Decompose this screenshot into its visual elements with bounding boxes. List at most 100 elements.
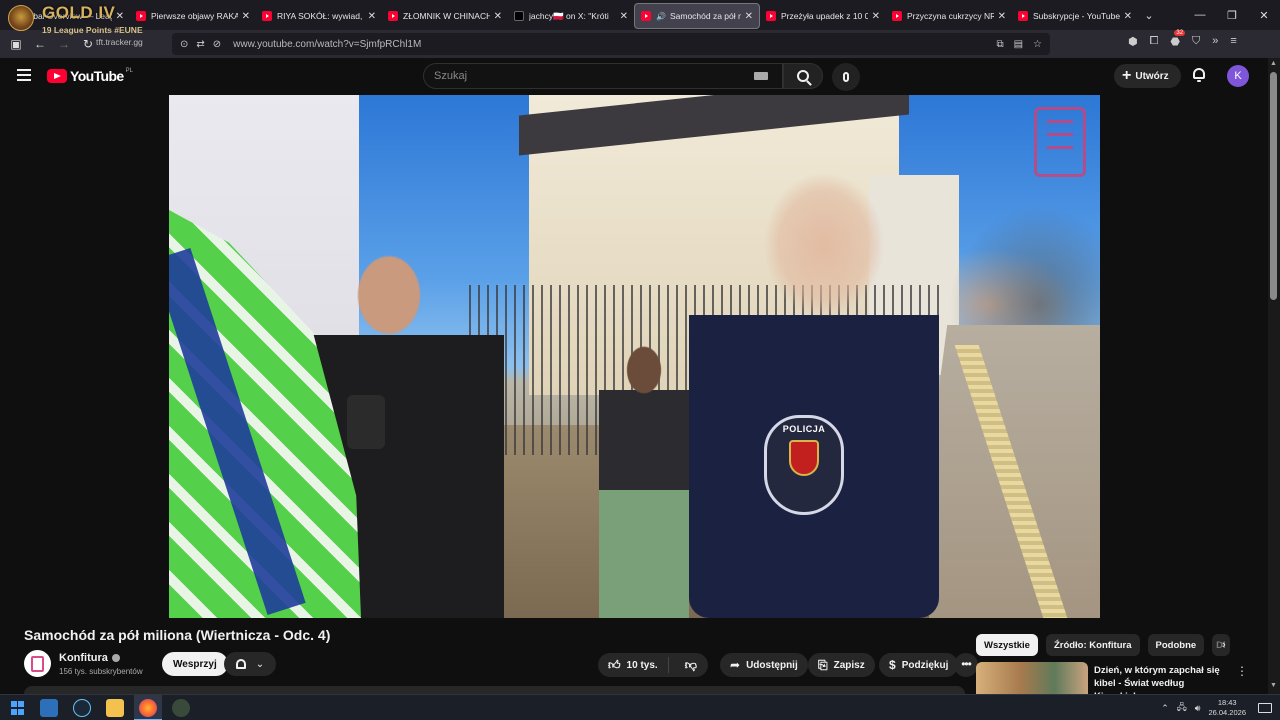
search-box[interactable]: [423, 63, 783, 89]
tab-close-icon[interactable]: ✕: [872, 11, 880, 22]
more-actions-button[interactable]: •••: [954, 653, 978, 677]
network-icon[interactable]: 🖧︎: [1177, 700, 1187, 716]
chip-source[interactable]: Źródło: Konfitura: [1045, 634, 1140, 656]
youtube-play-icon: [47, 69, 67, 83]
chip-all[interactable]: Wszystkie: [976, 634, 1038, 656]
channel-name-wrap[interactable]: Konfitura: [59, 652, 120, 664]
tab-close-icon[interactable]: ✕: [368, 11, 376, 22]
youtube-favicon-icon: [1018, 11, 1028, 21]
notification-settings-button[interactable]: ⌄: [224, 652, 276, 676]
channel-avatar[interactable]: [24, 650, 51, 677]
channel-watermark-icon[interactable]: [1034, 107, 1086, 177]
close-window-icon[interactable]: ✕: [1248, 9, 1280, 22]
share-arrow-icon: ➦: [730, 658, 741, 672]
police-patch-text: POLICJA: [782, 424, 826, 434]
notifications-bell-icon[interactable]: [1192, 68, 1206, 82]
chip-similar[interactable]: Podobne: [1147, 634, 1205, 656]
country-code: PL: [125, 68, 133, 74]
clock-date: 26.04.2026: [1208, 708, 1246, 717]
steam-icon[interactable]: [73, 699, 91, 717]
adblock-extension-icon[interactable]: ⬣ 32: [1170, 30, 1186, 48]
channel-row: Konfitura 156 tys. subskrybentów Wesprzy…: [24, 650, 978, 680]
overflow-chevron-icon[interactable]: »: [1212, 35, 1218, 48]
super-thanks-icon: $: [889, 658, 896, 672]
recommendation-menu-icon[interactable]: ⋮: [1236, 664, 1248, 678]
tab-close-icon[interactable]: ✕: [242, 11, 250, 22]
dislike-button[interactable]: 👎︎: [675, 658, 707, 673]
picture-in-picture-icon[interactable]: ⧉: [996, 39, 1003, 50]
speaker-icon[interactable]: 🔊: [656, 12, 666, 21]
tab-close-icon[interactable]: ✕: [494, 11, 502, 22]
voice-search-button[interactable]: [832, 63, 860, 91]
tab-title: Przeżyła upadek z 10 000: [781, 11, 868, 21]
search-input[interactable]: [434, 70, 754, 82]
browser-tab-zlomnik[interactable]: ZŁOMNIK W CHINACH # ✕: [382, 3, 508, 29]
maximize-icon[interactable]: ❐: [1216, 9, 1248, 22]
plus-icon: +: [1122, 67, 1132, 84]
bookmark-star-icon[interactable]: ☆: [1033, 39, 1042, 50]
tab-list-chevron-icon[interactable]: ⌄: [1138, 9, 1160, 22]
scroll-down-arrow-icon[interactable]: ▼: [1270, 682, 1277, 689]
related-filter-chips: Wszystkie Źródło: Konfitura Podobne Dl: [976, 634, 1231, 656]
save-button[interactable]: ⎘ Zapisz: [808, 653, 875, 677]
browser-tab-riya[interactable]: RIYA SOKÓŁ: wywiad, pie ✕: [256, 3, 382, 29]
tab-close-icon[interactable]: ✕: [998, 11, 1006, 22]
chips-next-chevron-icon[interactable]: ›: [1222, 639, 1226, 651]
windows-start-icon[interactable]: [9, 699, 27, 717]
browser-tab-cukrzyca[interactable]: Przyczyna cukrzycy NR1 ✕: [886, 3, 1012, 29]
clock[interactable]: 18:43 26.04.2026: [1208, 698, 1246, 718]
address-bar[interactable]: ⊙ ⇄ ⊘ www.youtube.com/watch?v=SjmfpRChl1…: [172, 33, 1050, 55]
video-player[interactable]: POLICJA: [169, 95, 1100, 618]
url-text[interactable]: www.youtube.com/watch?v=SjmfpRChl1M: [233, 39, 421, 50]
firefox-icon[interactable]: [139, 699, 157, 717]
scrollbar-thumb[interactable]: [1270, 72, 1277, 300]
volume-icon[interactable]: 🔊︎: [1195, 703, 1201, 714]
channel-name[interactable]: Konfitura: [59, 652, 108, 664]
rank-label: GOLD IV: [42, 3, 116, 22]
browser-tab-x[interactable]: jachcy🇵🇱 on X: "Króti ✕: [508, 3, 634, 29]
tab-close-icon[interactable]: ✕: [745, 11, 753, 22]
tracking-protection-icon[interactable]: ⊘: [213, 39, 221, 50]
scroll-up-arrow-icon[interactable]: ▲: [1270, 60, 1277, 67]
minimize-icon[interactable]: —: [1184, 9, 1216, 21]
share-button[interactable]: ➦ Udostępnij: [720, 653, 808, 677]
youtube-logo[interactable]: YouTube PL: [47, 68, 133, 84]
video-frame-girl: [599, 330, 689, 618]
search-icon: [797, 70, 809, 82]
video-frame-officer: [689, 165, 939, 618]
browser-tab-subskrypcje[interactable]: Subskrypcje - YouTube ✕: [1012, 3, 1138, 29]
description-box[interactable]: [24, 686, 965, 694]
tab-close-icon[interactable]: ✕: [1124, 11, 1132, 22]
reader-view-icon[interactable]: ▤: [1014, 39, 1023, 50]
search-button[interactable]: [783, 63, 823, 89]
desktop-manager-icon[interactable]: [40, 699, 58, 717]
keyboard-icon[interactable]: [754, 72, 768, 80]
extensions-icon[interactable]: ⧠: [1150, 35, 1159, 48]
support-button[interactable]: Wesprzyj: [162, 652, 228, 676]
create-button[interactable]: + Utwórz: [1114, 64, 1181, 88]
shield-icon[interactable]: ⛉: [1192, 35, 1200, 48]
tab-close-icon[interactable]: ✕: [620, 11, 628, 22]
video-frame-camera: [347, 395, 385, 449]
youtube-wordmark: YouTube: [70, 68, 124, 84]
notifications-icon[interactable]: [1258, 703, 1272, 713]
tray-overflow-icon[interactable]: ⌃: [1161, 703, 1169, 714]
hamburger-menu-icon[interactable]: [17, 69, 31, 81]
browser-tab-upadek[interactable]: Przeżyła upadek z 10 000 ✕: [760, 3, 886, 29]
extension-badge: 32: [1174, 30, 1186, 36]
recommendation-thumbnail[interactable]: [976, 662, 1088, 694]
browser-tab-active[interactable]: 🔊 Samochód za pół mi ✕: [634, 3, 760, 29]
permissions-icon[interactable]: ⇄: [196, 39, 204, 50]
account-avatar[interactable]: K: [1227, 65, 1249, 87]
recommendation-item[interactable]: Dzień, w którym zapchał się kibel - Świa…: [976, 662, 1256, 702]
file-explorer-icon[interactable]: [106, 699, 124, 717]
page-scrollbar[interactable]: ▲ ▼: [1268, 58, 1280, 694]
site-info-icon[interactable]: ⊙: [180, 39, 188, 50]
thanks-button[interactable]: $ Podziękuj: [879, 653, 959, 677]
subscriber-count: 156 tys. subskrybentów: [59, 667, 143, 676]
app-icon[interactable]: [172, 699, 190, 717]
like-button[interactable]: 👍︎ 10 tys.: [598, 657, 669, 673]
vpn-extension-icon[interactable]: ⬢: [1128, 35, 1138, 48]
menu-icon[interactable]: ≡: [1230, 35, 1236, 48]
browser-tab-raka[interactable]: Pierwsze objawy RAKA PI ✕: [130, 3, 256, 29]
